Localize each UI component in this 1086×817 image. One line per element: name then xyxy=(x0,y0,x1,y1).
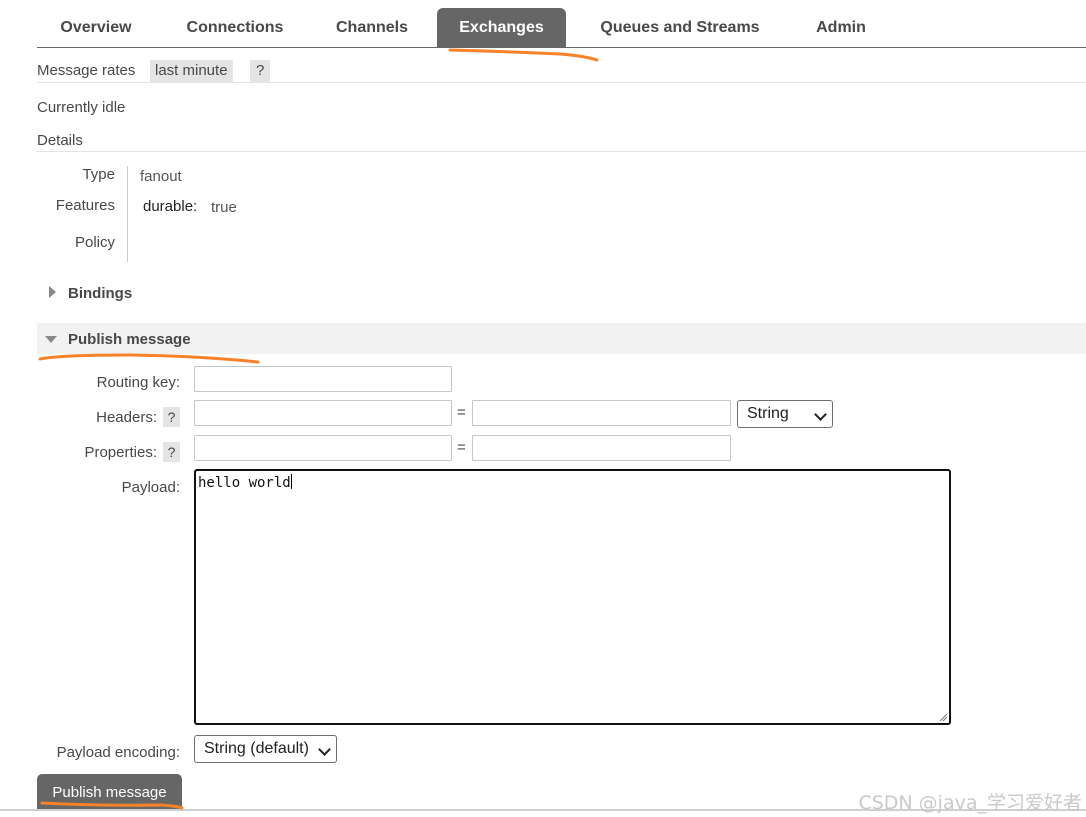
property-equals-sign: = xyxy=(457,439,466,456)
routing-key-input[interactable] xyxy=(194,366,452,392)
resize-grip-icon[interactable] xyxy=(939,713,947,721)
payload-textarea[interactable]: hello world xyxy=(194,469,951,725)
chevron-down-icon xyxy=(318,743,331,756)
chevron-down-icon xyxy=(814,408,827,421)
tab-queues-and-streams[interactable]: Queues and Streams xyxy=(583,8,777,47)
type-value: fanout xyxy=(140,168,182,185)
type-label: Type xyxy=(82,166,115,183)
annotation-underline-publish-section xyxy=(38,353,260,364)
divider xyxy=(37,82,1086,83)
tab-connections[interactable]: Connections xyxy=(167,8,303,47)
properties-label: Properties: xyxy=(84,444,157,461)
tab-overview[interactable]: Overview xyxy=(37,8,155,47)
collapse-arrow-icon[interactable] xyxy=(45,336,57,343)
properties-help-button[interactable]: ? xyxy=(163,442,180,462)
tab-exchanges[interactable]: Exchanges xyxy=(437,8,566,47)
headers-label: Headers: xyxy=(96,409,157,426)
header-key-input[interactable] xyxy=(194,400,452,426)
tab-admin[interactable]: Admin xyxy=(793,8,889,47)
property-key-input[interactable] xyxy=(194,435,452,461)
publish-section-toggle[interactable]: Publish message xyxy=(68,331,191,348)
payload-encoding-value: String (default) xyxy=(204,740,309,757)
publish-section-header xyxy=(37,323,1086,354)
message-rates-period[interactable]: last minute xyxy=(150,60,233,82)
annotation-underline-exchanges xyxy=(448,48,599,62)
page: Overview Connections Channels Exchanges … xyxy=(0,0,1086,817)
feature-durable-value: true xyxy=(211,199,237,216)
payload-text: hello world xyxy=(198,475,291,491)
features-label: Features xyxy=(55,197,115,214)
payload-label: Payload: xyxy=(121,479,180,496)
details-separator xyxy=(127,166,128,262)
bindings-section-toggle[interactable]: Bindings xyxy=(68,285,132,302)
publish-message-button[interactable]: Publish message xyxy=(37,774,182,810)
tab-channels[interactable]: Channels xyxy=(317,8,427,47)
expand-arrow-icon[interactable] xyxy=(49,286,56,298)
text-caret xyxy=(290,474,292,489)
payload-encoding-select[interactable]: String (default) xyxy=(194,735,337,763)
details-heading: Details xyxy=(37,132,83,149)
message-rates-help-button[interactable]: ? xyxy=(250,60,271,82)
divider xyxy=(37,151,1086,152)
property-value-input[interactable] xyxy=(472,435,731,461)
watermark: CSDN @java_学习爱好者 xyxy=(858,792,1082,814)
policy-label: Policy xyxy=(74,234,115,251)
payload-encoding-label: Payload encoding: xyxy=(56,744,180,761)
headers-help-button[interactable]: ? xyxy=(163,407,180,427)
feature-durable-key: durable: xyxy=(143,198,198,215)
header-value-input[interactable] xyxy=(472,400,731,426)
status-text: Currently idle xyxy=(37,99,126,116)
routing-key-label: Routing key: xyxy=(96,374,180,391)
header-type-value: String xyxy=(747,405,789,422)
header-equals-sign: = xyxy=(457,404,466,421)
message-rates-label: Message rates xyxy=(37,62,136,79)
main-nav-tabs: Overview Connections Channels Exchanges … xyxy=(37,8,1086,48)
header-type-select[interactable]: String xyxy=(737,400,833,428)
